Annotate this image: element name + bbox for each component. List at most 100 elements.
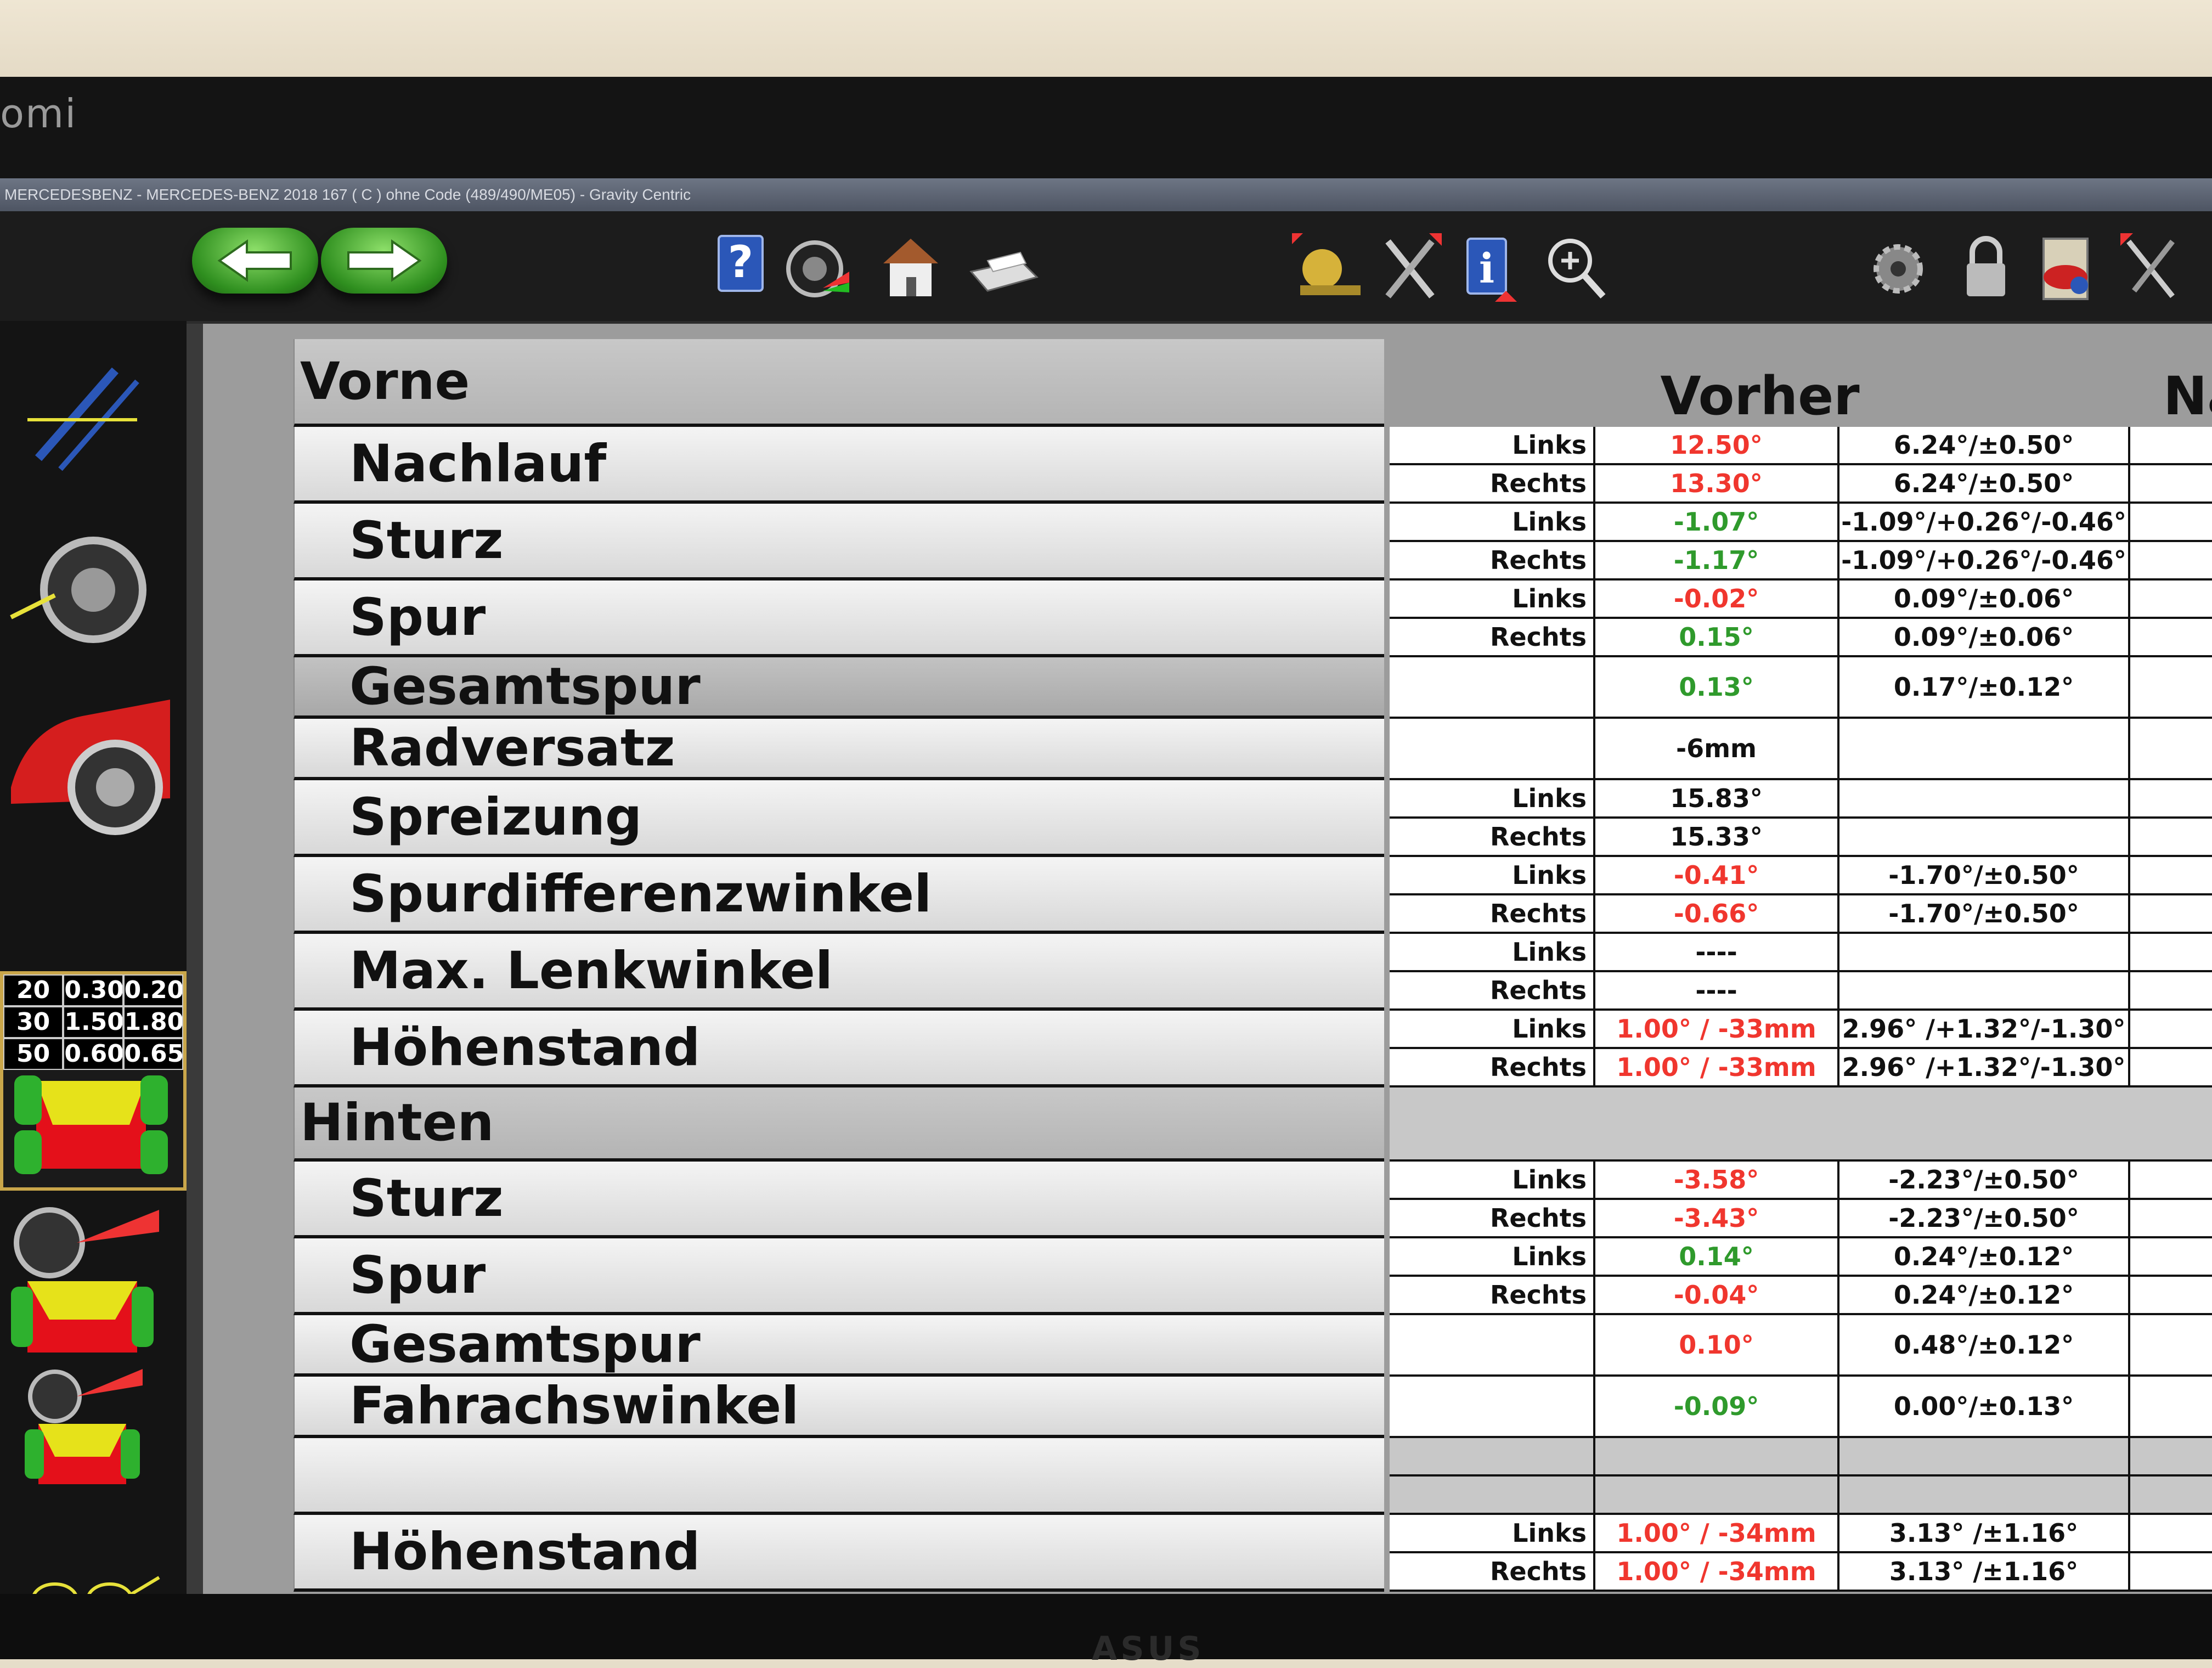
measured-value: 0.14° [1595, 1238, 1839, 1275]
measurement-label[interactable]: Radversatz [294, 718, 1384, 780]
side-label [1390, 1315, 1595, 1374]
spec-value [1839, 780, 2130, 816]
table-row: Rechts -0.66° -1.70°/±0.50° [1390, 895, 2212, 934]
sidebar-item-wheel[interactable] [5, 508, 170, 672]
side-label [1390, 719, 1595, 778]
measurement-label[interactable]: Max. Lenkwinkel [294, 934, 1384, 1011]
after-value [2130, 542, 2212, 578]
measurement-label[interactable]: Gesamtspur [294, 1315, 1384, 1377]
measured-value: -0.09° [1595, 1377, 1839, 1436]
table-row: Links 15.83° [1390, 780, 2212, 819]
info-button[interactable]: i [1459, 228, 1525, 310]
after-value [2130, 581, 2212, 617]
zoom-button[interactable] [1542, 228, 1607, 310]
clipboard-button[interactable] [2033, 228, 2098, 310]
table-row: Links 12.50° 6.24°/±0.50° [1390, 427, 2212, 465]
table-row: Rechts -1.17° -1.09°/+0.26°/-0.46° [1390, 542, 2212, 581]
wheel-button[interactable] [785, 225, 850, 307]
printer-icon [969, 251, 1039, 292]
after-value [2130, 1515, 2212, 1551]
sidebar-item-rear-axle[interactable] [5, 1363, 170, 1528]
sidebar-item-glasses[interactable] [5, 1545, 170, 1594]
column-header-before: Vorher [1660, 365, 1860, 427]
forward-button[interactable] [321, 228, 447, 294]
measured-value: 0.15° [1595, 619, 1839, 655]
measured-value: 13.30° [1595, 465, 1839, 501]
measurement-label[interactable]: Spurdifferenzwinkel [294, 857, 1384, 934]
mini-table-cell: 0.60 [63, 1038, 123, 1070]
measured-value: ---- [1595, 934, 1839, 970]
side-label: Rechts [1390, 1200, 1595, 1236]
measurement-label[interactable]: Sturz [294, 504, 1384, 581]
after-value [2130, 504, 2212, 540]
wheel-icon [786, 240, 849, 297]
side-label: Links [1390, 1515, 1595, 1551]
sidebar-item-front-axle[interactable] [5, 1199, 170, 1363]
svg-text:?: ? [728, 236, 753, 288]
tools-button[interactable] [1377, 228, 1443, 310]
after-value [2130, 1200, 2212, 1236]
wheel-camber-icon [10, 537, 146, 643]
column-header-after: Nac [2163, 365, 2212, 427]
table-row: Rechts 1.00° / -34mm 3.13° /±1.16° [1390, 1553, 2212, 1592]
alignment-diagram-icon [27, 367, 139, 471]
exit-button[interactable] [2118, 228, 2183, 310]
spec-value [1839, 1438, 2130, 1474]
measured-value: -3.58° [1595, 1162, 1839, 1198]
back-arrow-icon [217, 239, 292, 282]
table-row: 0.10° 0.48°/±0.12° [1390, 1315, 2212, 1377]
help-button[interactable]: ? [708, 225, 774, 307]
measured-value: ---- [1595, 972, 1839, 1008]
toolbar: ? i [0, 211, 2212, 321]
measurement-label[interactable]: Spur [294, 581, 1384, 657]
measurement-label[interactable]: Spreizung [294, 780, 1384, 857]
mini-table-cell: 50 [3, 1038, 64, 1070]
spec-value [1839, 972, 2130, 1008]
measurement-label[interactable]: Höhenstand [294, 1011, 1384, 1087]
mini-table-row: 50 0.60 0.65 [3, 1038, 183, 1070]
spec-value: -2.23°/±0.50° [1839, 1162, 2130, 1198]
measurement-label[interactable]: Gesamtspur [294, 657, 1384, 719]
measurement-label[interactable]: Nachlauf [294, 427, 1384, 504]
table-row: Rechts ---- [1390, 972, 2212, 1011]
measurement-label[interactable]: Höhenstand [294, 1515, 1384, 1592]
print-button[interactable] [960, 225, 1042, 307]
side-label: Links [1390, 934, 1595, 970]
after-value [2130, 1162, 2212, 1198]
adjust-button[interactable] [1289, 228, 1372, 310]
sidebar-item-alignment[interactable] [5, 337, 170, 502]
table-row: 0.13° 0.17°/±0.12° [1390, 657, 2212, 719]
after-value [2130, 895, 2212, 932]
exit-icon [2120, 233, 2175, 298]
measurement-label[interactable]: Sturz [294, 1162, 1384, 1238]
settings-button[interactable] [1868, 228, 1934, 310]
tools-icon [1385, 233, 1442, 298]
lock-button[interactable] [1953, 228, 2019, 310]
measured-value: -6mm [1595, 719, 1839, 778]
back-button[interactable] [192, 228, 318, 294]
side-label [1390, 1477, 1595, 1513]
axle-diagram-icon [14, 1075, 168, 1174]
mini-table-row: 20 0.30 0.20 [3, 974, 183, 1006]
table-row: Links -0.41° -1.70°/±0.50° [1390, 857, 2212, 895]
after-value [2130, 427, 2212, 463]
measurement-label[interactable]: Fahrachswinkel [294, 1376, 1384, 1438]
spec-value: 0.48°/±0.12° [1839, 1315, 2130, 1374]
sidebar-item-spec-table[interactable]: 20 0.30 0.20 30 1.50 1.80 50 0.60 0.65 [0, 971, 187, 1191]
adjust-icon [1292, 233, 1361, 295]
table-row: Rechts 0.15° 0.09°/±0.06° [1390, 619, 2212, 657]
side-label: Links [1390, 780, 1595, 816]
front-axle-icon [11, 1207, 159, 1353]
measured-value: -3.43° [1595, 1200, 1839, 1236]
home-button[interactable] [878, 225, 944, 307]
after-value [2130, 1315, 2212, 1374]
after-value [2130, 972, 2212, 1008]
table-row: -6mm [1390, 719, 2212, 780]
measurement-label[interactable] [294, 1438, 1384, 1515]
sidebar-item-vehicle[interactable] [5, 678, 170, 842]
spec-value: -1.70°/±0.50° [1839, 895, 2130, 932]
measurement-label[interactable]: Spur [294, 1238, 1384, 1315]
zoom-icon [1548, 239, 1606, 299]
measured-value [1595, 1438, 1839, 1474]
after-value [2130, 780, 2212, 816]
